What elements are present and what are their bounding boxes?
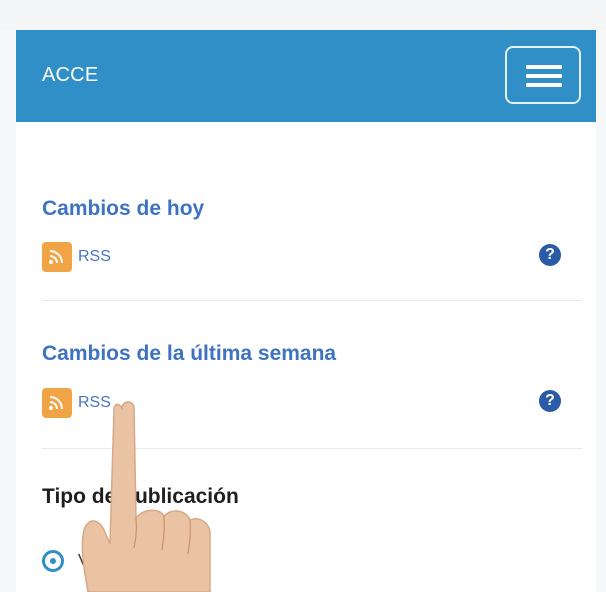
- rss-icon[interactable]: [42, 242, 72, 272]
- rss-icon[interactable]: [42, 388, 72, 418]
- hamburger-icon-bar: [526, 74, 562, 78]
- menu-toggle-button[interactable]: [505, 46, 581, 104]
- mobile-page: ACCE Cambios de hoy RSS ? Cambios de la …: [16, 30, 596, 592]
- screen-top-margin: [0, 0, 606, 30]
- rss-link-week[interactable]: RSS: [78, 394, 111, 412]
- rss-link-today[interactable]: RSS: [78, 248, 111, 266]
- rss-row-today: RSS ?: [42, 242, 582, 272]
- radio-label[interactable]: Vigentes: [78, 552, 140, 570]
- question-circle-icon[interactable]: ?: [539, 244, 561, 266]
- radio-selected-icon[interactable]: [42, 550, 64, 572]
- section-title-today[interactable]: Cambios de hoy: [42, 197, 204, 221]
- top-navbar: ACCE: [16, 30, 596, 122]
- rss-row-week: RSS ?: [42, 388, 582, 418]
- screen-right-margin: [596, 30, 606, 592]
- question-circle-icon[interactable]: ?: [539, 390, 561, 412]
- screen-left-margin: [0, 30, 16, 592]
- hamburger-icon: [526, 65, 562, 69]
- divider: [42, 300, 582, 301]
- publication-option-vigentes[interactable]: Vigentes: [42, 550, 582, 576]
- brand-title[interactable]: ACCE: [42, 64, 98, 87]
- hamburger-icon-bar: [526, 83, 562, 87]
- section-title-week[interactable]: Cambios de la última semana: [42, 342, 336, 366]
- publication-type-heading: Tipo de publicación: [42, 485, 239, 508]
- divider: [42, 448, 582, 449]
